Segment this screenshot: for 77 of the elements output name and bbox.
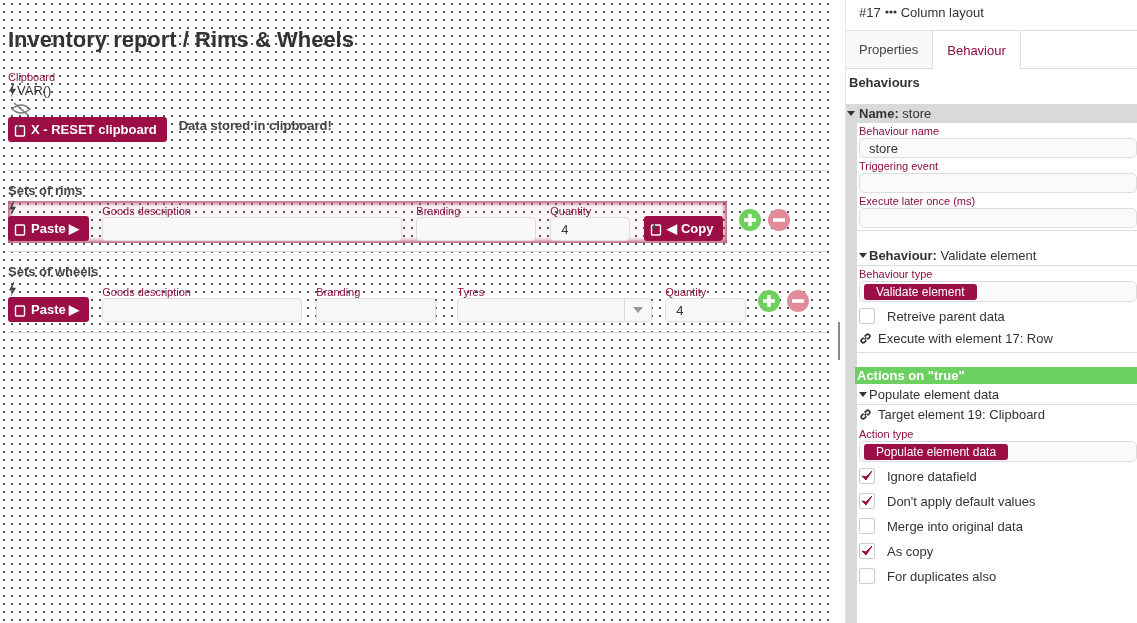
add-icon[interactable]	[758, 290, 781, 312]
field-label: Branding	[316, 286, 362, 298]
checkbox-label: Merge into original data	[887, 518, 1023, 534]
remove-icon[interactable]	[787, 290, 810, 312]
paste-button[interactable]: Paste ▶	[8, 216, 90, 241]
field-label: Action type	[858, 427, 915, 441]
variable-value: VAR()	[17, 83, 52, 98]
element-type: Column layout	[900, 4, 984, 20]
input-field[interactable]	[416, 217, 537, 241]
field-label: Goods description	[102, 286, 192, 298]
selected-tag: Validate element	[864, 283, 977, 300]
caret-icon	[847, 111, 855, 116]
field-label: Quantity	[550, 205, 593, 217]
link-icon	[859, 332, 872, 345]
checkbox-label: Retreive parent data	[887, 308, 1005, 324]
eye-slash-icon	[11, 101, 31, 117]
clipboard-icon	[14, 122, 26, 137]
section-title: Sets of wheels	[8, 264, 99, 279]
element-id: #17	[859, 4, 881, 20]
caret-icon	[633, 307, 644, 313]
checkbox-label: For duplicates also	[887, 568, 997, 584]
input-field[interactable]	[859, 208, 1137, 228]
field-label: Quantity	[665, 286, 708, 298]
clipboard-icon	[650, 221, 663, 236]
lightning-icon	[8, 201, 17, 216]
copy-button[interactable]: ◀ Copy	[644, 216, 724, 241]
caret-icon	[859, 392, 867, 397]
selected-tag: Populate element data	[864, 443, 1009, 460]
field-label: Branding	[416, 205, 462, 217]
checkbox[interactable]	[859, 308, 875, 324]
field-label: Behaviour type	[858, 267, 934, 281]
field-label: Triggering event	[858, 159, 940, 173]
lightning-icon	[8, 282, 17, 297]
group-header[interactable]: Name: store	[845, 104, 1137, 123]
reset-clipboard-button[interactable]: X - RESET clipboard	[8, 117, 167, 142]
link-text[interactable]: Target element 19: Clipboard	[878, 407, 1045, 422]
input-field[interactable]: store	[859, 138, 1137, 158]
input-field[interactable]: 4	[665, 298, 747, 322]
more-icon[interactable]	[884, 10, 897, 14]
checkbox[interactable]	[859, 468, 875, 484]
link-icon	[859, 408, 872, 421]
dropdown-field[interactable]: Validate element	[859, 281, 1137, 302]
checkbox[interactable]	[859, 518, 875, 534]
checkbox[interactable]	[859, 543, 875, 559]
paste-button[interactable]: Paste ▶	[8, 297, 90, 322]
field-label: Execute later once (ms)	[858, 194, 977, 208]
remove-icon[interactable]	[768, 209, 791, 231]
actions-banner: Actions on "true"	[855, 367, 1137, 384]
dropdown-field[interactable]: Populate element data	[859, 441, 1137, 462]
input-field[interactable]	[102, 298, 303, 322]
panel-tab[interactable]: Behaviour	[933, 31, 1021, 69]
subsection-header[interactable]: Populate element data	[857, 384, 1137, 405]
checkbox-label: Ignore datafield	[887, 468, 977, 484]
section-title: Sets of rims	[8, 183, 83, 198]
input-field[interactable]	[859, 173, 1137, 193]
link-text[interactable]: Execute with element 17: Row	[878, 331, 1053, 346]
clipboard-icon	[14, 221, 26, 236]
clipboard-icon	[14, 302, 26, 317]
field-label: Tyres	[457, 286, 486, 298]
lightning-icon	[8, 83, 17, 98]
checkbox[interactable]	[859, 568, 875, 584]
panel-tab[interactable]: Properties	[845, 31, 934, 68]
field-label: Goods description	[102, 205, 192, 217]
add-icon[interactable]	[739, 209, 762, 231]
field-label: Clipboard	[8, 71, 56, 83]
checkbox[interactable]	[859, 493, 875, 509]
status-message: Data stored in clipboard!	[178, 118, 332, 133]
checkbox-label: As copy	[887, 543, 934, 559]
field-label: Behaviour name	[858, 124, 941, 138]
page-title: Inventory report / Rims & Wheels	[8, 27, 354, 53]
input-field[interactable]: 4	[550, 217, 631, 241]
subsection-header[interactable]: Behaviour: Validate element	[857, 245, 1137, 266]
dropdown-field[interactable]	[457, 298, 653, 322]
caret-icon	[859, 253, 867, 258]
input-field[interactable]	[102, 217, 403, 241]
input-field[interactable]	[316, 298, 437, 322]
checkbox-label: Don't apply default values	[887, 493, 1036, 509]
